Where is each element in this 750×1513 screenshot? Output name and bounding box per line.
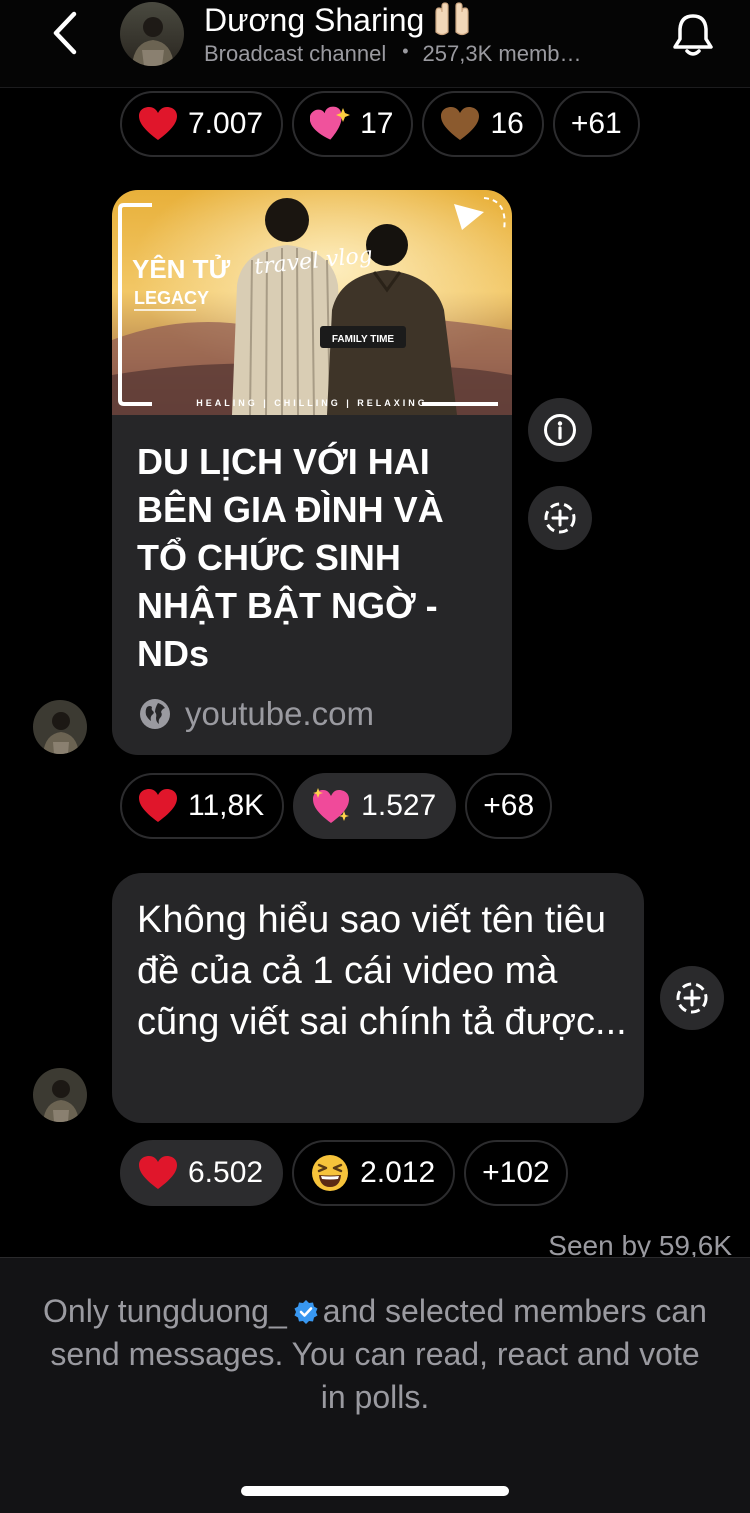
sparkling-heart-emoji bbox=[311, 786, 351, 826]
video-thumbnail[interactable]: YÊN TỬ LEGACY travel vlog FAMILY TIME HE… bbox=[112, 190, 512, 415]
link-domain-text: youtube.com bbox=[185, 695, 374, 732]
channel-header: Dương Sharing Broadcast channel • 257,3K… bbox=[0, 0, 750, 88]
thumbnail-title-line2: LEGACY bbox=[134, 288, 209, 308]
more-reactions-count: +61 bbox=[570, 107, 622, 140]
thumbnail-title-line1: YÊN TỬ bbox=[132, 253, 231, 284]
channel-name[interactable]: Dương Sharing bbox=[204, 0, 472, 40]
channel-name-text: Dương Sharing bbox=[204, 2, 425, 38]
red-heart-emoji bbox=[138, 104, 178, 144]
reaction-pink-heart[interactable]: 17 bbox=[292, 91, 414, 157]
grinning-squinting-face-emoji bbox=[310, 1153, 350, 1193]
brown-heart-emoji bbox=[440, 104, 480, 144]
reactions-row-2: 11,8K 1.527 +68 bbox=[120, 773, 553, 839]
reactions-row-3: 6.502 2.012 +102 bbox=[120, 1140, 568, 1206]
thumbnail-tagline: HEALING | CHILLING | RELAXING bbox=[196, 398, 428, 408]
more-reactions-button[interactable]: +102 bbox=[464, 1140, 568, 1206]
home-indicator[interactable] bbox=[241, 1486, 509, 1496]
meta-separator: • bbox=[402, 41, 409, 61]
reaction-count: 11,8K bbox=[188, 789, 265, 822]
reaction-red-heart[interactable]: 6.502 bbox=[120, 1140, 284, 1206]
reactions-row-1: 7.007 17 16 +61 bbox=[120, 91, 640, 157]
raised-hands-emoji bbox=[435, 2, 469, 36]
link-domain: youtube.com bbox=[139, 692, 374, 736]
channel-screen: Dương Sharing Broadcast channel • 257,3K… bbox=[0, 0, 750, 1513]
reaction-count: 2.012 bbox=[360, 1156, 436, 1189]
red-heart-emoji bbox=[138, 1153, 178, 1193]
more-reactions-button[interactable]: +61 bbox=[552, 91, 640, 157]
member-count: 257,3K memb… bbox=[422, 41, 582, 66]
reaction-count: 16 bbox=[490, 107, 524, 140]
reaction-count: 17 bbox=[360, 107, 394, 140]
chevron-left-icon bbox=[53, 11, 77, 55]
verified-badge-icon bbox=[294, 1300, 318, 1324]
reaction-count: 1.527 bbox=[361, 789, 437, 822]
red-heart-emoji bbox=[138, 786, 178, 826]
channel-type: Broadcast channel bbox=[204, 41, 387, 66]
reaction-count: 7.007 bbox=[188, 107, 264, 140]
reaction-sparkling-heart[interactable]: 1.527 bbox=[293, 773, 457, 839]
notifications-button[interactable] bbox=[666, 8, 720, 62]
message-text: Không hiểu sao viết tên tiêu đề của cả 1… bbox=[137, 899, 627, 1043]
channel-avatar[interactable] bbox=[120, 2, 184, 66]
thumbnail-badge: FAMILY TIME bbox=[332, 334, 395, 345]
seen-by-label: Seen by 59,6K bbox=[548, 1230, 732, 1258]
message-bubble[interactable]: Không hiểu sao viết tên tiêu đề của cả 1… bbox=[112, 873, 644, 1123]
back-button[interactable] bbox=[40, 8, 90, 58]
reaction-laughing-face[interactable]: 2.012 bbox=[292, 1140, 456, 1206]
add-reaction-button[interactable] bbox=[528, 486, 592, 550]
add-reaction-icon bbox=[544, 502, 576, 534]
reaction-red-heart[interactable]: 11,8K bbox=[120, 773, 285, 839]
bell-icon bbox=[673, 14, 713, 56]
heart-with-sparkles-pink-emoji bbox=[310, 104, 351, 144]
broadcast-footer: Only tungduong_ and selected members can… bbox=[0, 1257, 750, 1513]
info-icon bbox=[544, 414, 576, 446]
add-reaction-button[interactable] bbox=[660, 966, 724, 1030]
sender-avatar[interactable] bbox=[33, 700, 87, 754]
link-preview-card[interactable]: YÊN TỬ LEGACY travel vlog FAMILY TIME HE… bbox=[112, 190, 512, 755]
reaction-count: 6.502 bbox=[188, 1156, 264, 1189]
notice-text-start: Only tungduong_ bbox=[43, 1293, 287, 1329]
info-button[interactable] bbox=[528, 398, 592, 462]
link-title: DU LỊCH VỚI HAI BÊN GIA ĐÌNH VÀ TỔ CHỨC … bbox=[137, 441, 444, 674]
globe-icon bbox=[140, 699, 170, 729]
more-reactions-button[interactable]: +68 bbox=[465, 773, 553, 839]
sender-avatar[interactable] bbox=[33, 1068, 87, 1122]
channel-meta: Broadcast channel • 257,3K memb… bbox=[204, 40, 582, 68]
more-reactions-count: +68 bbox=[483, 789, 535, 822]
add-reaction-icon bbox=[676, 982, 708, 1014]
more-reactions-count: +102 bbox=[482, 1156, 550, 1189]
reaction-red-heart[interactable]: 7.007 bbox=[120, 91, 284, 157]
permission-notice: Only tungduong_ and selected members can… bbox=[40, 1290, 710, 1419]
reaction-brown-heart[interactable]: 16 bbox=[422, 91, 544, 157]
